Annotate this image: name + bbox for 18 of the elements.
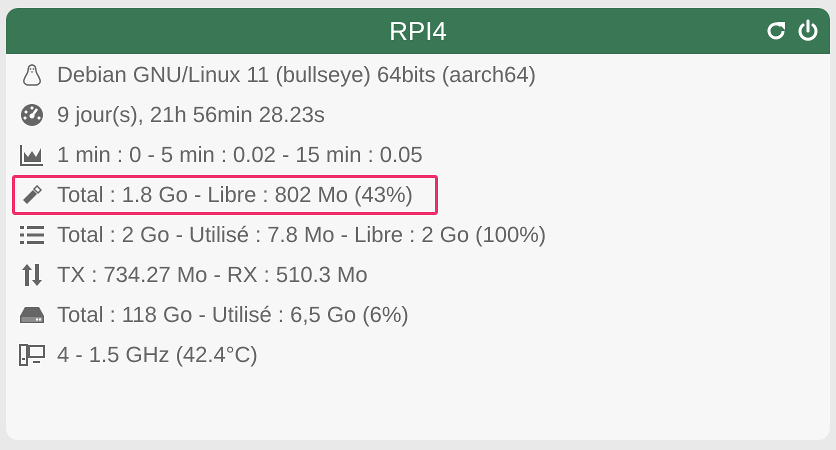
- area-chart-icon: [20, 144, 44, 166]
- info-text: Total : 118 Go - Utilisé : 6,5 Go (6%): [57, 302, 409, 328]
- info-text: 1 min : 0 - 5 min : 0.02 - 15 min : 0.05: [57, 142, 423, 168]
- hard-drive-icon: [20, 305, 44, 325]
- list-icon: [20, 225, 44, 245]
- info-text: Total : 2 Go - Utilisé : 7.8 Mo - Libre : 2 Go (100%): [57, 222, 546, 248]
- penguin-icon: [21, 63, 43, 87]
- power-icon[interactable]: [796, 19, 820, 43]
- up-down-arrows-icon: [21, 263, 43, 287]
- card-title: RPI4: [389, 16, 447, 46]
- info-text: 4 - 1.5 GHz (42.4°C): [57, 342, 258, 368]
- gauge-icon: [20, 103, 44, 127]
- info-text: Debian GNU/Linux 11 (bullseye) 64bits (aarch64): [57, 62, 536, 88]
- info-text: TX : 734.27 Mo - RX : 510.3 Mo: [57, 262, 368, 288]
- info-text: Total : 1.8 Go - Libre : 802 Mo (43%): [57, 182, 413, 208]
- computer-icon: [19, 343, 45, 367]
- info-text: 9 jour(s), 21h 56min 28.23s: [57, 102, 325, 128]
- usb-stick-icon: [21, 184, 43, 206]
